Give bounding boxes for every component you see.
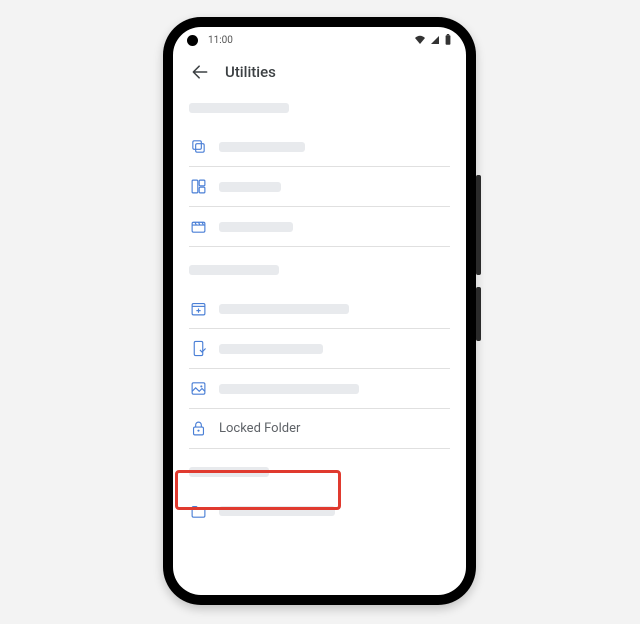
utilities-list: Locked Folder <box>173 103 466 541</box>
label-skeleton <box>219 384 359 394</box>
list-item-collage-maker[interactable] <box>189 167 450 207</box>
section-header-skeleton <box>189 103 289 113</box>
list-item-gallery[interactable] <box>189 369 450 409</box>
folder-icon <box>189 502 207 520</box>
label-skeleton <box>219 142 305 152</box>
list-item-free-up-space[interactable] <box>189 127 450 167</box>
list-item-locked-folder[interactable]: Locked Folder <box>189 409 450 449</box>
page-title: Utilities <box>225 63 276 81</box>
label-skeleton <box>219 222 293 232</box>
phone-check-icon <box>189 340 207 358</box>
back-button[interactable] <box>189 61 211 83</box>
dashboard-icon <box>189 178 207 196</box>
label-skeleton <box>219 506 335 516</box>
list-item-import-photos[interactable] <box>189 289 450 329</box>
volume-button <box>476 175 481 275</box>
section-header-skeleton <box>189 467 269 477</box>
lock-icon <box>189 420 207 438</box>
phone-frame: 11:00 Utilities <box>163 17 476 605</box>
screen: 11:00 Utilities <box>173 27 466 595</box>
signal-icon <box>430 35 440 45</box>
battery-icon <box>444 34 452 46</box>
list-item-photo-scan[interactable] <box>189 329 450 369</box>
status-time: 11:00 <box>208 35 233 46</box>
list-item-browse-folders[interactable] <box>189 491 450 531</box>
add-photo-icon <box>189 300 207 318</box>
list-item-label: Locked Folder <box>219 421 300 436</box>
list-item-movie-maker[interactable] <box>189 207 450 247</box>
status-bar: 11:00 <box>173 27 466 53</box>
power-button <box>476 287 481 341</box>
image-icon <box>189 380 207 398</box>
label-skeleton <box>219 304 349 314</box>
wifi-icon <box>414 35 426 45</box>
label-skeleton <box>219 344 323 354</box>
clapper-icon <box>189 218 207 236</box>
front-camera <box>187 35 198 46</box>
section-header-skeleton <box>189 265 279 275</box>
copy-stack-icon <box>189 138 207 156</box>
app-bar: Utilities <box>173 53 466 97</box>
label-skeleton <box>219 182 281 192</box>
